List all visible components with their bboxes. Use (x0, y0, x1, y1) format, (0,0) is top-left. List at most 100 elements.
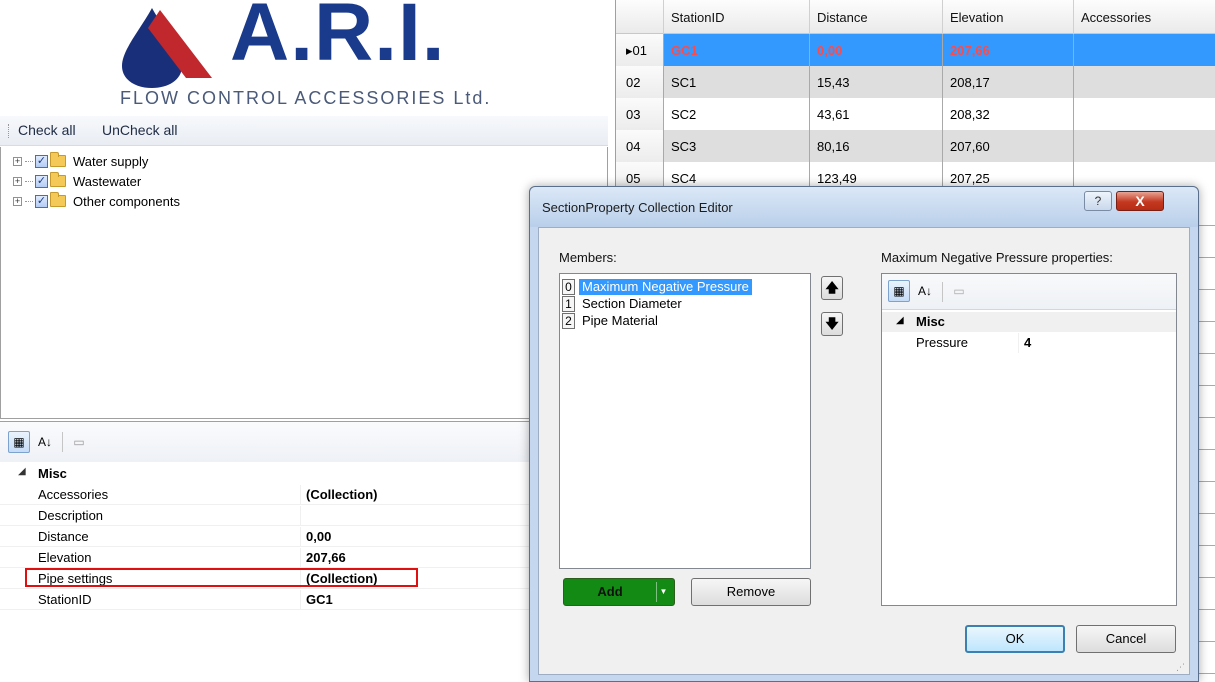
property-name: Accessories (38, 487, 109, 502)
checkbox-checked-icon[interactable]: ✓ (35, 174, 48, 188)
toolbar-grip (8, 124, 10, 138)
property-value[interactable]: (Collection) (306, 487, 378, 502)
collapse-triangle-icon[interactable]: ◢ (18, 466, 26, 477)
tree-connector (25, 200, 33, 202)
component-tree: + ✓ Water supply + ✓ Wastewater + ✓ Othe… (0, 147, 608, 419)
checkbox-checked-icon[interactable]: ✓ (35, 194, 48, 208)
cell-accessories[interactable] (1074, 130, 1215, 162)
table-row[interactable]: ▸01 GC1 0,00 207,66 (616, 34, 1215, 66)
table-row[interactable]: 04 SC3 80,16 207,60 (616, 130, 1215, 162)
property-row-elevation[interactable]: Elevation 207,66 (0, 548, 612, 568)
member-property-grid: ▦ A↓ ▭ ◢ Misc Pressure 4 (881, 273, 1177, 606)
sort-alphabetical-icon[interactable]: A↓ (914, 280, 936, 302)
cell-stationid[interactable]: SC3 (664, 130, 810, 162)
expand-icon[interactable]: + (13, 156, 22, 166)
tree-item-wastewater[interactable]: + ✓ Wastewater (13, 172, 141, 190)
table-row[interactable]: 02 SC1 15,43 208,17 (616, 66, 1215, 98)
arrow-up-icon: 🡅 (825, 280, 839, 295)
dropdown-arrow-icon[interactable]: ▼ (656, 582, 670, 602)
folder-icon (50, 152, 66, 167)
add-button[interactable]: Add ▼ (563, 578, 675, 606)
help-button[interactable]: ? (1084, 191, 1112, 211)
logo-wordmark: A.R.I. (230, 0, 446, 78)
property-value[interactable]: GC1 (306, 592, 333, 607)
cell-elevation[interactable]: 207,60 (943, 130, 1074, 162)
tree-item-label: Water supply (73, 153, 149, 169)
property-row-accessories[interactable]: Accessories (Collection) (0, 485, 612, 505)
column-divider (1018, 333, 1019, 353)
row-header[interactable]: 02 (616, 66, 664, 98)
row-header-corner[interactable] (616, 0, 664, 34)
collapse-triangle-icon[interactable]: ◢ (896, 315, 904, 326)
move-up-button[interactable]: 🡅 (821, 276, 843, 300)
dialog-body: Members: 0 Maximum Negative Pressure 1 S… (538, 227, 1190, 675)
remove-button[interactable]: Remove (691, 578, 811, 606)
property-row-stationid[interactable]: StationID GC1 (0, 590, 612, 610)
property-grid: ▦ A↓ ▭ ◢ Misc Accessories (Collection) D… (0, 421, 612, 682)
list-item[interactable]: 0 Maximum Negative Pressure (562, 278, 808, 295)
left-pane: A.R.I. FLOW CONTROL ACCESSORIES Ltd. Che… (0, 0, 612, 682)
cell-accessories[interactable] (1074, 34, 1215, 66)
column-divider (300, 590, 301, 610)
cell-stationid[interactable]: GC1 (664, 34, 810, 66)
tree-item-water-supply[interactable]: + ✓ Water supply (13, 152, 148, 170)
property-grid-toolbar: ▦ A↓ ▭ (882, 274, 1176, 310)
property-pages-icon[interactable]: ▭ (948, 280, 970, 302)
property-row-pressure[interactable]: Pressure 4 (882, 333, 1176, 353)
move-down-button[interactable]: 🡇 (821, 312, 843, 336)
tree-item-other-components[interactable]: + ✓ Other components (13, 192, 180, 210)
property-name: Elevation (38, 550, 92, 565)
property-value[interactable]: 0,00 (306, 529, 331, 544)
ok-button[interactable]: OK (965, 625, 1065, 653)
cell-elevation[interactable]: 208,32 (943, 98, 1074, 130)
list-item[interactable]: 1 Section Diameter (562, 295, 808, 312)
category-misc[interactable]: ◢ Misc (882, 312, 1176, 332)
toolbar-separator (62, 432, 63, 452)
cell-stationid[interactable]: SC2 (664, 98, 810, 130)
property-row-distance[interactable]: Distance 0,00 (0, 527, 612, 547)
table-row[interactable]: 03 SC2 43,61 208,32 (616, 98, 1215, 130)
close-button[interactable]: X (1116, 191, 1164, 211)
checkbox-checked-icon[interactable]: ✓ (35, 154, 48, 168)
uncheck-all-button[interactable]: UnCheck all (102, 122, 177, 138)
cell-distance[interactable]: 0,00 (810, 34, 943, 66)
category-misc[interactable]: ◢ Misc (0, 464, 612, 484)
column-header-accessories[interactable]: Accessories (1074, 0, 1215, 34)
column-header-elevation[interactable]: Elevation (943, 0, 1074, 34)
cell-accessories[interactable] (1074, 98, 1215, 130)
check-all-button[interactable]: Check all (18, 122, 76, 138)
property-name: StationID (38, 592, 92, 607)
property-name: Description (38, 508, 104, 523)
grid-header: StationID Distance Elevation Accessories (616, 0, 1215, 34)
categorized-view-icon[interactable]: ▦ (8, 431, 30, 453)
row-header[interactable]: 03 (616, 98, 664, 130)
property-pages-icon[interactable]: ▭ (68, 431, 90, 453)
property-name: Pressure (916, 335, 969, 350)
collection-editor-dialog: SectionProperty Collection Editor ? X Me… (529, 186, 1199, 682)
row-header[interactable]: 04 (616, 130, 664, 162)
logo-tagline: FLOW CONTROL ACCESSORIES Ltd. (120, 88, 492, 108)
column-header-distance[interactable]: Distance (810, 0, 943, 34)
resize-grip-icon[interactable]: ⋰ (1176, 662, 1188, 674)
list-item[interactable]: 2 Pipe Material (562, 312, 808, 329)
cancel-button[interactable]: Cancel (1076, 625, 1176, 653)
property-value[interactable]: 207,66 (306, 550, 346, 565)
members-list[interactable]: 0 Maximum Negative Pressure 1 Section Di… (559, 273, 811, 569)
cell-distance[interactable]: 43,61 (810, 98, 943, 130)
column-header-stationid[interactable]: StationID (664, 0, 810, 34)
expand-icon[interactable]: + (13, 196, 22, 206)
property-row-description[interactable]: Description (0, 506, 612, 526)
sort-alphabetical-icon[interactable]: A↓ (34, 431, 56, 453)
cell-distance[interactable]: 80,16 (810, 130, 943, 162)
property-value[interactable]: 4 (1024, 335, 1031, 350)
dialog-titlebar[interactable]: SectionProperty Collection Editor ? X (530, 187, 1198, 227)
cell-distance[interactable]: 15,43 (810, 66, 943, 98)
cell-elevation[interactable]: 207,66 (943, 34, 1074, 66)
cell-stationid[interactable]: SC1 (664, 66, 810, 98)
property-grid-toolbar: ▦ A↓ ▭ (0, 422, 612, 462)
expand-icon[interactable]: + (13, 176, 22, 186)
cell-accessories[interactable] (1074, 66, 1215, 98)
cell-elevation[interactable]: 208,17 (943, 66, 1074, 98)
row-header[interactable]: ▸01 (616, 34, 664, 66)
categorized-view-icon[interactable]: ▦ (888, 280, 910, 302)
